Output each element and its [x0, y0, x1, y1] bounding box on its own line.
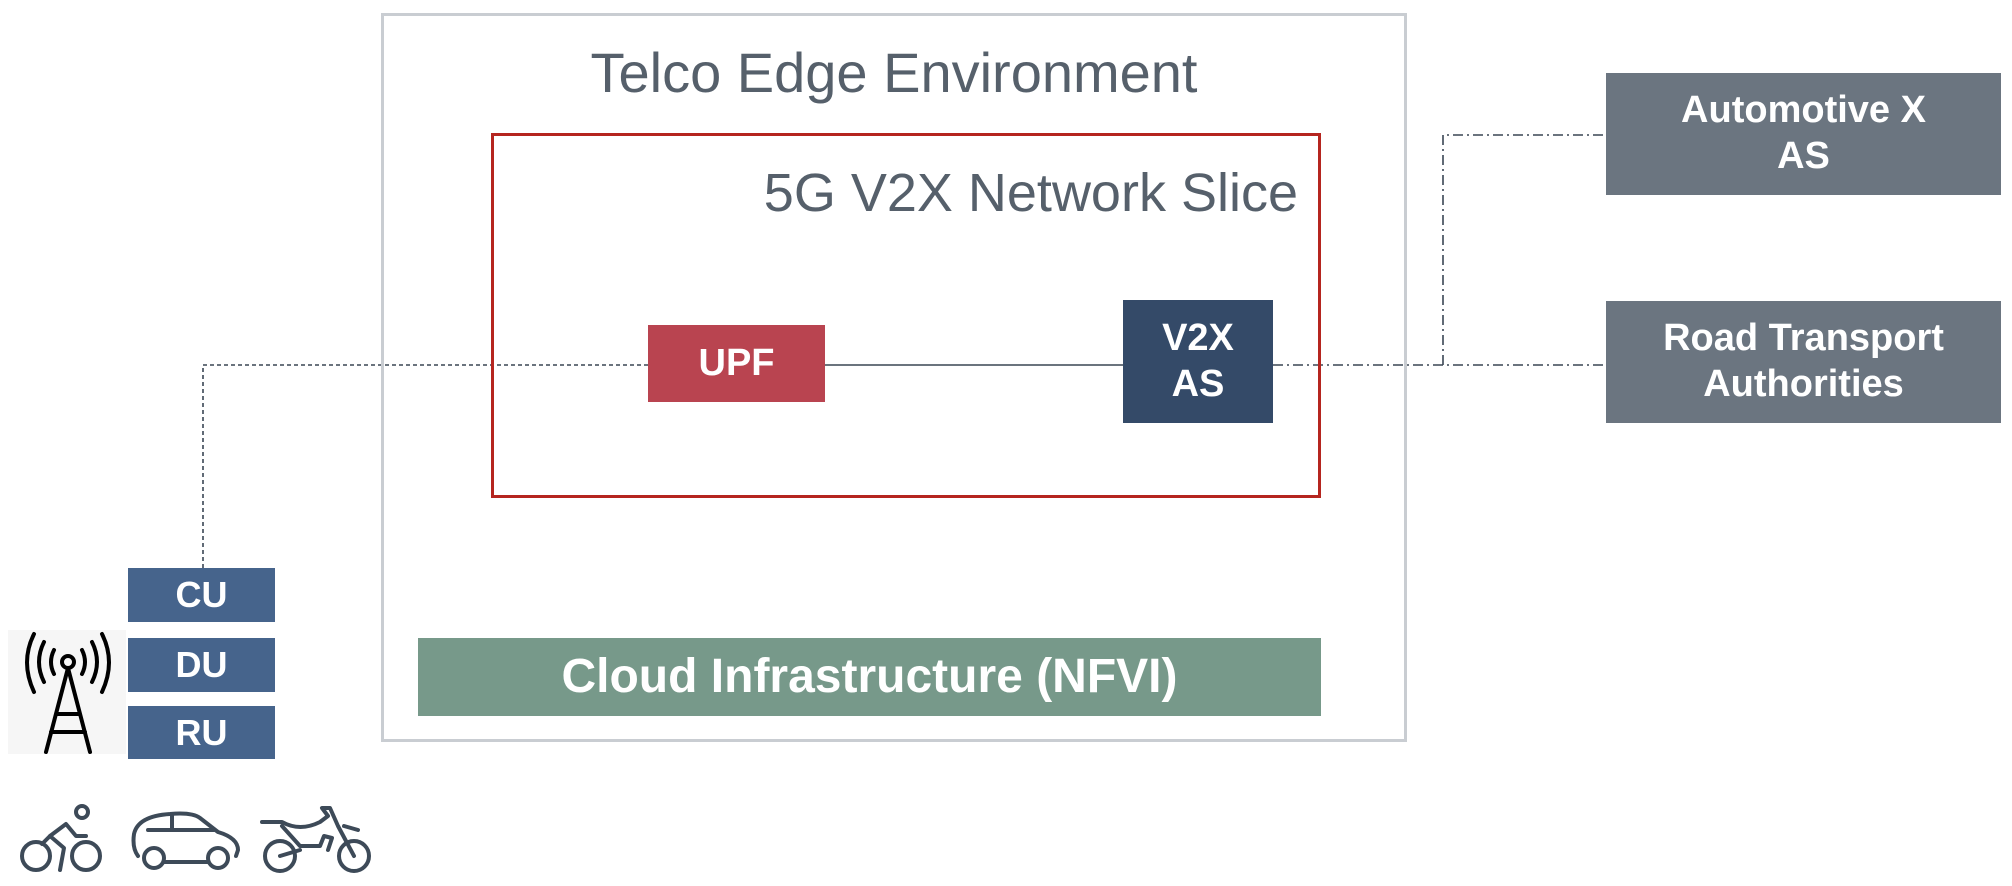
- v2x-as-node[interactable]: V2X AS: [1123, 300, 1273, 423]
- radio-tower-icon: [8, 630, 126, 754]
- cu-node[interactable]: CU: [128, 568, 275, 622]
- v2x-as-label-line1: V2X: [1162, 316, 1234, 359]
- cloud-infrastructure[interactable]: Cloud Infrastructure (NFVI): [418, 638, 1321, 716]
- car-icon: [131, 811, 240, 870]
- automotive-as-node[interactable]: Automotive X AS: [1606, 73, 2001, 195]
- road-transport-node[interactable]: Road Transport Authorities: [1606, 301, 2001, 423]
- road-label-line1: Road Transport: [1663, 317, 1944, 360]
- cloud-label: Cloud Infrastructure (NFVI): [561, 650, 1178, 704]
- ru-node[interactable]: RU: [128, 706, 275, 759]
- upf-node[interactable]: UPF: [648, 325, 825, 402]
- upf-label: UPF: [698, 341, 775, 384]
- cu-label: CU: [175, 574, 228, 616]
- road-label-line2: Authorities: [1703, 363, 1904, 405]
- slice-title: 5G V2X Network Slice: [763, 163, 1298, 223]
- bicycle-icon: [20, 804, 102, 872]
- motorbike-icon: [260, 806, 371, 873]
- v2x-to-automotive-link: [1442, 134, 1606, 365]
- automotive-label-line2: AS: [1777, 135, 1830, 177]
- automotive-label-line1: Automotive X: [1681, 89, 1926, 132]
- ru-label: RU: [175, 711, 228, 753]
- environment-title: Telco Edge Environment: [590, 41, 1198, 104]
- du-label: DU: [175, 644, 228, 686]
- du-node[interactable]: DU: [128, 638, 275, 692]
- v2x-as-label-line2: AS: [1171, 362, 1225, 405]
